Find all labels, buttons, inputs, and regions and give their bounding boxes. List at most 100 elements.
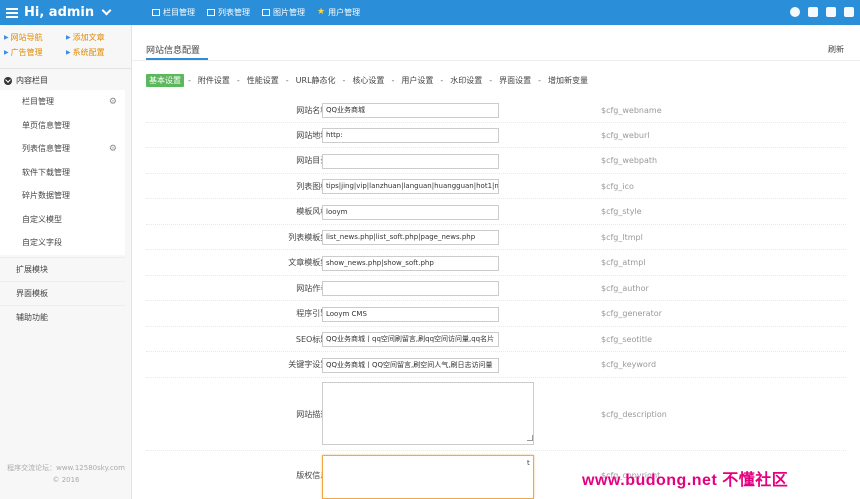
sidebar-item-extensions[interactable]: 扩展模块: [0, 257, 125, 281]
tab-separator: -: [391, 75, 395, 85]
keyword-input[interactable]: QQ业务商城丨QQ空间留言,刷空间人气,刷日志访问量: [322, 358, 499, 373]
sidebar-item-label: 扩展模块: [16, 265, 48, 274]
sidebar-item-single-page[interactable]: 单页信息管理: [0, 114, 125, 138]
home-icon[interactable]: [790, 7, 800, 17]
form-row-generator: 程序引擎: Looym CMS $cfg_generator: [146, 301, 846, 327]
sidebar-item-templates[interactable]: 界面模板: [0, 281, 125, 305]
article-template-input[interactable]: show_news.php|show_soft.php: [322, 256, 499, 271]
weburl-input[interactable]: http:: [322, 128, 499, 143]
chevron-down-icon: [4, 76, 12, 85]
site-watermark: www.budong.net 不懂社区: [582, 472, 789, 489]
form-row-description: 网站描述: $cfg_description: [146, 378, 846, 451]
forum-link[interactable]: 程序交流论坛：www.12580sky.com: [0, 462, 132, 474]
sidebar: ▶ 网站导航 ▶ 添加文章 ▶ 广告管理 ▶ 系统配置 内容栏目 栏目管理 ⚙ 单页信息管…: [0, 25, 132, 499]
tab-users[interactable]: 用户设置: [398, 74, 436, 87]
description-textarea[interactable]: [322, 382, 534, 445]
menu-icon[interactable]: [6, 7, 18, 18]
style-input[interactable]: looym: [322, 205, 499, 220]
sidebar-item-software[interactable]: 软件下载管理: [0, 161, 125, 185]
tab-core[interactable]: 核心设置: [349, 74, 387, 87]
quick-link-add-article[interactable]: ▶ 添加文章: [66, 32, 128, 43]
top-nav: 栏目管理 列表管理 图片管理 ★ 用户管理: [152, 0, 360, 25]
variable-name: $cfg_atmpl: [601, 258, 646, 267]
sidebar-item-utilities[interactable]: 辅助功能: [0, 305, 125, 329]
sidebar-item-fragments[interactable]: 碎片数据管理: [0, 184, 125, 208]
tab-separator: -: [285, 75, 289, 85]
brand[interactable]: Hi, admin: [6, 4, 112, 21]
nav-list-management[interactable]: 列表管理: [207, 7, 250, 18]
image-icon: [262, 9, 270, 16]
divider: [0, 68, 132, 69]
sidebar-submenu: 栏目管理 ⚙ 单页信息管理 列表信息管理 ⚙ 软件下载管理 碎片数据管理 自定义模型…: [0, 90, 125, 255]
nav-column-management[interactable]: 栏目管理: [152, 7, 195, 18]
sidebar-item-label: 碎片数据管理: [22, 191, 70, 201]
arrow-right-icon: ▶: [4, 49, 9, 56]
sidebar-item-column-management[interactable]: 栏目管理 ⚙: [0, 90, 125, 114]
quick-link-ads[interactable]: ▶ 广告管理: [4, 47, 66, 58]
variable-name: $cfg_generator: [601, 309, 662, 318]
sidebar-section-content[interactable]: 内容栏目: [4, 75, 48, 86]
sidebar-item-label: 辅助功能: [16, 313, 48, 322]
star-icon: ★: [317, 7, 326, 17]
list-template-input[interactable]: list_news.php|list_soft.php|page_news.ph…: [322, 230, 499, 245]
form-row-webname: 网站名称: QQ业务商城 $cfg_webname: [146, 98, 846, 123]
page-title: 网站信息配置: [146, 46, 201, 56]
nav-image-management[interactable]: 图片管理: [262, 7, 305, 18]
tab-attachments[interactable]: 附件设置: [195, 74, 233, 87]
admin-greeting[interactable]: Hi, admin: [24, 5, 94, 20]
chevron-down-icon[interactable]: [101, 5, 112, 16]
tab-watermark[interactable]: 水印设置: [447, 74, 485, 87]
tab-add-variable[interactable]: 增加新变量: [545, 74, 591, 87]
form-row-webpath: 网站目录: $cfg_webpath: [146, 148, 846, 174]
grid-icon: [152, 9, 160, 16]
form-row-weburl: 网站地址: http: $cfg_weburl: [146, 123, 846, 148]
author-input[interactable]: [322, 281, 499, 296]
user-icon[interactable]: [844, 7, 854, 17]
nav-label: 栏目管理: [163, 8, 195, 17]
tab-separator: -: [538, 75, 541, 85]
quick-links: ▶ 网站导航 ▶ 添加文章 ▶ 广告管理 ▶ 系统配置: [4, 32, 128, 58]
section-title: 内容栏目: [16, 76, 48, 85]
window-icon[interactable]: [808, 7, 818, 17]
copyright-year: © 2016: [52, 476, 80, 484]
quick-link-label: 网站导航: [10, 33, 43, 42]
form-row-keyword: 关键字设置: QQ业务商城丨QQ空间留言,刷空间人气,刷日志访问量 $cfg_k…: [146, 352, 846, 378]
gear-icon[interactable]: ⚙: [109, 97, 117, 107]
tab-separator: -: [489, 75, 493, 85]
tab-separator: -: [342, 75, 346, 85]
refresh-button[interactable]: 刷新: [828, 44, 844, 55]
form-row-author: 网站作者: $cfg_author: [146, 276, 846, 301]
sidebar-item-custom-model[interactable]: 自定义模型: [0, 208, 125, 232]
quick-link-system-config[interactable]: ▶ 系统配置: [66, 47, 128, 58]
sidebar-item-label: 单页信息管理: [22, 120, 70, 130]
nav-label: 列表管理: [218, 8, 250, 17]
webpath-input[interactable]: [322, 154, 499, 169]
sidebar-item-list-info[interactable]: 列表信息管理 ⚙: [0, 137, 125, 161]
tab-interface[interactable]: 界面设置: [496, 74, 534, 87]
tab-performance[interactable]: 性能设置: [244, 74, 282, 87]
variable-name: $cfg_weburl: [601, 130, 650, 140]
quick-link-label: 系统配置: [72, 48, 105, 57]
tab-separator: -: [188, 75, 191, 85]
resize-handle[interactable]: [527, 435, 533, 441]
sidebar-item-label: 界面模板: [16, 289, 48, 298]
quick-link-site-nav[interactable]: ▶ 网站导航: [4, 32, 66, 43]
nav-user-management[interactable]: ★ 用户管理: [317, 7, 360, 18]
tab-url-static[interactable]: URL静态化: [293, 74, 339, 87]
message-icon[interactable]: [826, 7, 836, 17]
main-content: 网站信息配置 刷新 基本设置 - 附件设置 - 性能设置 - URL静态化 - …: [132, 25, 860, 499]
list-icon-input[interactable]: tips|jing|vip|lanzhuan|languan|huangguan…: [322, 179, 499, 194]
variable-name: $cfg_seotitle: [601, 334, 653, 344]
gear-icon[interactable]: ⚙: [109, 144, 117, 154]
generator-input[interactable]: Looym CMS: [322, 307, 499, 322]
tab-basic[interactable]: 基本设置: [146, 73, 184, 87]
seo-title-input[interactable]: QQ业务商城丨qq空间刷留言,刷qq空间访问量,qq名片: [322, 332, 499, 347]
variable-name: $cfg_webpath: [601, 156, 658, 165]
variable-name: $cfg_author: [601, 283, 649, 293]
webname-input[interactable]: QQ业务商城: [322, 103, 499, 118]
title-underline: [146, 58, 208, 60]
top-icons: [790, 7, 854, 17]
sidebar-item-custom-field[interactable]: 自定义字段: [0, 231, 125, 255]
copyright-textarea[interactable]: [322, 455, 534, 499]
sidebar-item-label: 软件下载管理: [22, 167, 70, 177]
